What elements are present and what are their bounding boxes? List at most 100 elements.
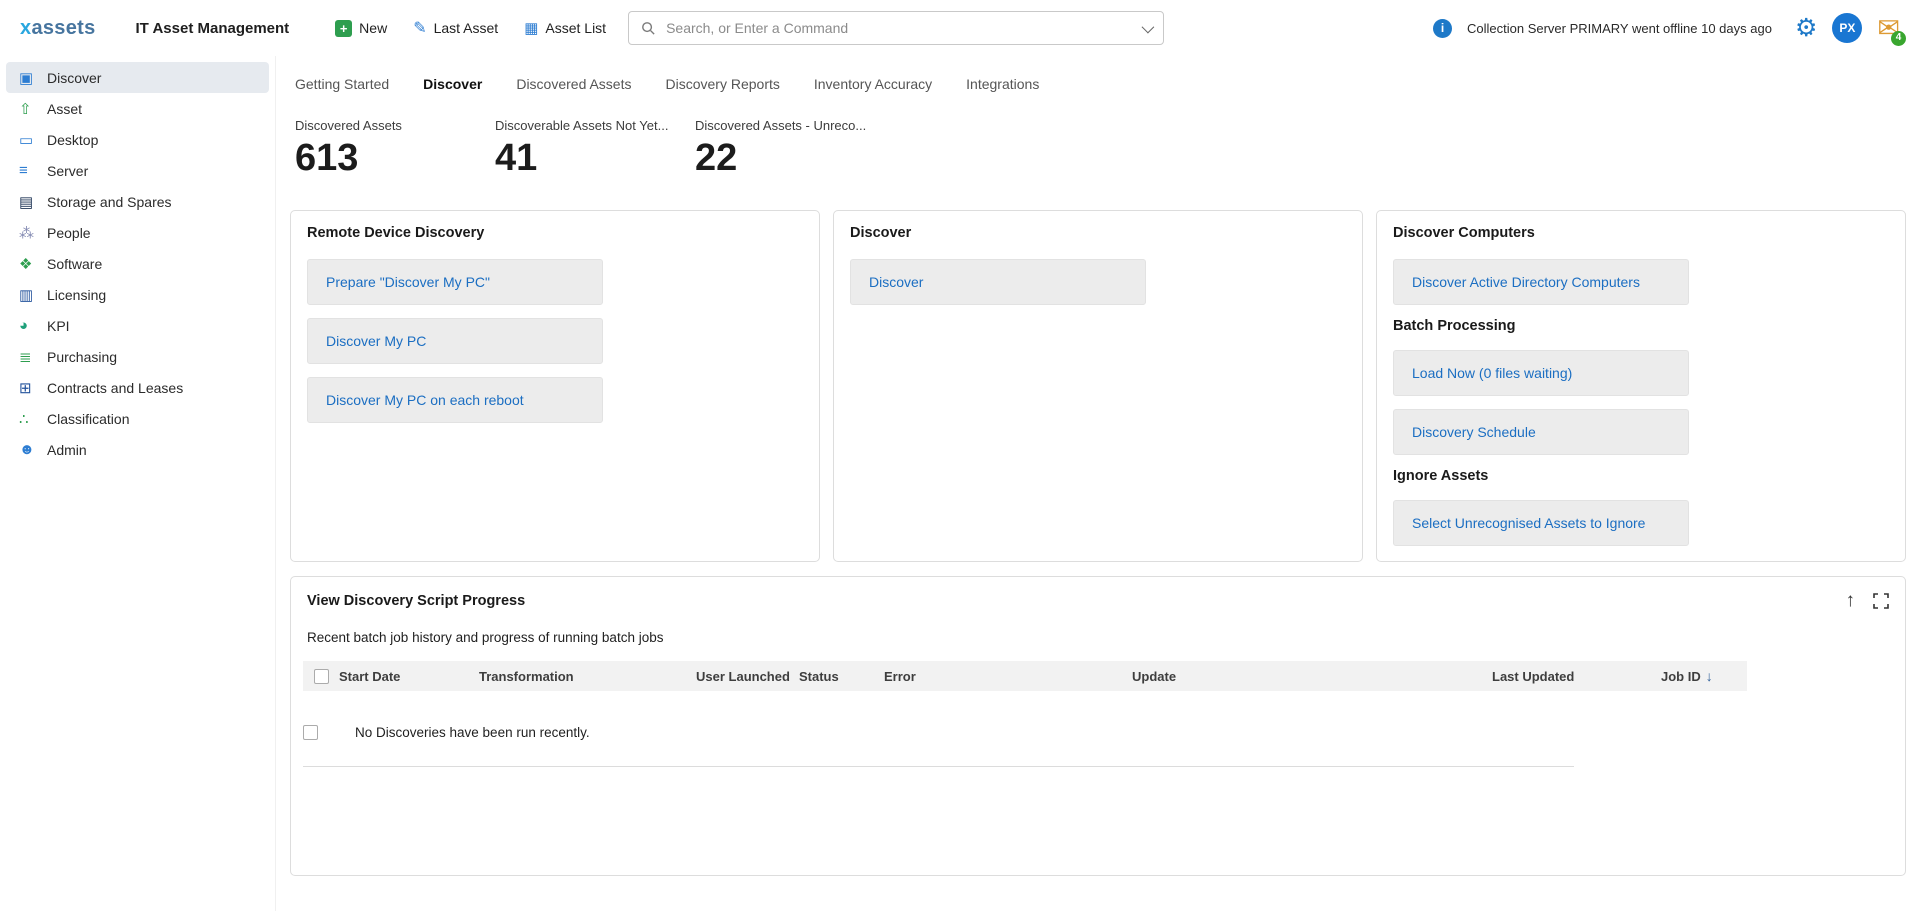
monitor-discover-icon: ▣ (19, 69, 47, 87)
sidebar-item-server[interactable]: ≡ Server (6, 155, 269, 186)
remote-device-discovery-card: Remote Device Discovery Prepare "Discove… (290, 210, 820, 562)
column-update[interactable]: Update (1132, 669, 1492, 684)
topbar: xassets IT Asset Management + New ✎ Last… (0, 0, 1920, 56)
stats-row: Discovered Assets 613 Discoverable Asset… (276, 92, 1920, 180)
sidebar-item-people[interactable]: ⁂ People (6, 217, 269, 248)
tab-getting-started[interactable]: Getting Started (295, 76, 389, 92)
app-title: IT Asset Management (136, 20, 290, 37)
sidebar-item-asset[interactable]: ⇧ Asset (6, 93, 269, 124)
sidebar-item-label: Discover (47, 70, 101, 86)
search-input[interactable] (664, 19, 1142, 37)
chevron-down-icon[interactable] (1142, 20, 1155, 33)
asset-list-label: Asset List (545, 20, 606, 36)
empty-state-message: No Discoveries have been run recently. (355, 725, 590, 740)
select-unrecognised-assets-button[interactable]: Select Unrecognised Assets to Ignore (1393, 500, 1689, 546)
mail-badge: 4 (1891, 31, 1906, 46)
people-icon: ⁂ (19, 224, 47, 242)
sidebar-item-label: Desktop (47, 132, 98, 148)
sidebar-item-discover[interactable]: ▣ Discover (6, 62, 269, 93)
sidebar-item-contracts-and-leases[interactable]: ⊞ Contracts and Leases (6, 372, 269, 403)
panel-header: View Discovery Script Progress ↑ (291, 577, 1905, 610)
tab-discover[interactable]: Discover (423, 76, 482, 92)
discovery-schedule-button[interactable]: Discovery Schedule (1393, 409, 1689, 455)
contracts-icon: ⊞ (19, 379, 47, 397)
messages-mail-icon[interactable]: ✉4 (1877, 15, 1900, 42)
sidebar-item-licensing[interactable]: ▥ Licensing (6, 279, 269, 310)
discover-my-pc-button[interactable]: Discover My PC (307, 318, 603, 364)
column-last-updated[interactable]: Last Updated (1492, 669, 1661, 684)
sidebar-item-label: Admin (47, 442, 87, 458)
user-avatar[interactable]: PX (1832, 13, 1862, 43)
sidebar-item-label: People (47, 225, 91, 241)
prepare-discover-my-pc-button[interactable]: Prepare "Discover My PC" (307, 259, 603, 305)
sidebar-item-desktop[interactable]: ▭ Desktop (6, 124, 269, 155)
sidebar-item-admin[interactable]: ☻ Admin (6, 434, 269, 465)
cards-row: Remote Device Discovery Prepare "Discove… (290, 210, 1906, 562)
panel-subtitle: Recent batch job history and progress of… (291, 610, 1905, 645)
tab-discovery-reports[interactable]: Discovery Reports (666, 76, 780, 92)
load-now-button[interactable]: Load Now (0 files waiting) (1393, 350, 1689, 396)
stat-value: 22 (695, 137, 895, 180)
settings-gear-icon[interactable]: ⚙ (1795, 16, 1817, 41)
purchasing-icon: ≣ (19, 348, 47, 366)
sidebar-item-label: KPI (47, 318, 70, 334)
column-transformation[interactable]: Transformation (479, 669, 696, 684)
info-icon[interactable]: i (1433, 19, 1452, 38)
search-icon (641, 21, 656, 36)
column-error[interactable]: Error (884, 669, 1132, 684)
discover-button[interactable]: Discover (850, 259, 1146, 305)
xassets-logo[interactable]: xassets (20, 17, 96, 40)
column-start-date[interactable]: Start Date (339, 669, 479, 684)
panel-icons: ↑ (1846, 591, 1890, 610)
column-job-id[interactable]: Job ID ↓ (1661, 668, 1747, 684)
stat-value: 41 (495, 137, 695, 180)
column-status[interactable]: Status (799, 669, 884, 684)
command-search (628, 11, 1164, 45)
main-content: Getting Started Discover Discovered Asse… (276, 56, 1920, 911)
row-divider (303, 766, 1574, 767)
sidebar-item-classification[interactable]: ∴ Classification (6, 403, 269, 434)
discover-computers-card: Discover Computers Discover Active Direc… (1376, 210, 1906, 562)
sort-descending-icon: ↓ (1706, 668, 1713, 684)
fullscreen-expand-icon[interactable] (1873, 593, 1889, 609)
sidebar-item-label: Classification (47, 411, 129, 427)
new-button[interactable]: + New (335, 20, 387, 37)
server-icon: ≡ (19, 162, 47, 179)
sidebar-item-purchasing[interactable]: ≣ Purchasing (6, 341, 269, 372)
tab-discovered-assets[interactable]: Discovered Assets (516, 76, 631, 92)
tab-integrations[interactable]: Integrations (966, 76, 1039, 92)
discover-my-pc-each-reboot-button[interactable]: Discover My PC on each reboot (307, 377, 603, 423)
stat-unrecognised: Discovered Assets - Unreco... 22 (695, 118, 895, 180)
column-user-launched[interactable]: User Launched (696, 669, 799, 684)
header-checkbox-cell (303, 669, 339, 684)
stat-value: 613 (295, 137, 495, 180)
card-title: Discover Computers (1393, 225, 1889, 241)
last-asset-label: Last Asset (434, 20, 499, 36)
sidebar-item-storage-and-spares[interactable]: ▤ Storage and Spares (6, 186, 269, 217)
server-offline-notice: Collection Server PRIMARY went offline 1… (1467, 21, 1772, 36)
classification-icon: ∴ (19, 410, 47, 428)
sidebar-item-label: Licensing (47, 287, 106, 303)
last-asset-button[interactable]: ✎ Last Asset (413, 18, 498, 38)
sidebar-item-software[interactable]: ❖ Software (6, 248, 269, 279)
stat-label: Discovered Assets (295, 118, 495, 133)
collapse-up-arrow-icon[interactable]: ↑ (1846, 591, 1856, 610)
discover-active-directory-button[interactable]: Discover Active Directory Computers (1393, 259, 1689, 305)
asset-list-button[interactable]: ▦ Asset List (524, 19, 606, 37)
edit-pencil-icon: ✎ (413, 18, 426, 38)
select-all-checkbox[interactable] (314, 669, 329, 684)
sidebar-item-label: Server (47, 163, 88, 179)
asset-icon: ⇧ (19, 100, 47, 118)
ignore-assets-heading: Ignore Assets (1393, 468, 1889, 484)
table-grid-icon: ▦ (524, 19, 538, 37)
column-job-id-label: Job ID (1661, 669, 1701, 684)
sidebar-item-kpi[interactable]: ◕ KPI (6, 310, 269, 341)
sidebar-item-label: Asset (47, 101, 82, 117)
row-select-checkbox[interactable] (303, 725, 318, 740)
desktop-icon: ▭ (19, 131, 47, 149)
topbar-right: i Collection Server PRIMARY went offline… (1433, 13, 1900, 43)
new-label: New (359, 20, 387, 36)
tab-inventory-accuracy[interactable]: Inventory Accuracy (814, 76, 932, 92)
discovery-script-progress-panel: View Discovery Script Progress ↑ Recent … (290, 576, 1906, 876)
panel-title: View Discovery Script Progress (307, 593, 525, 609)
